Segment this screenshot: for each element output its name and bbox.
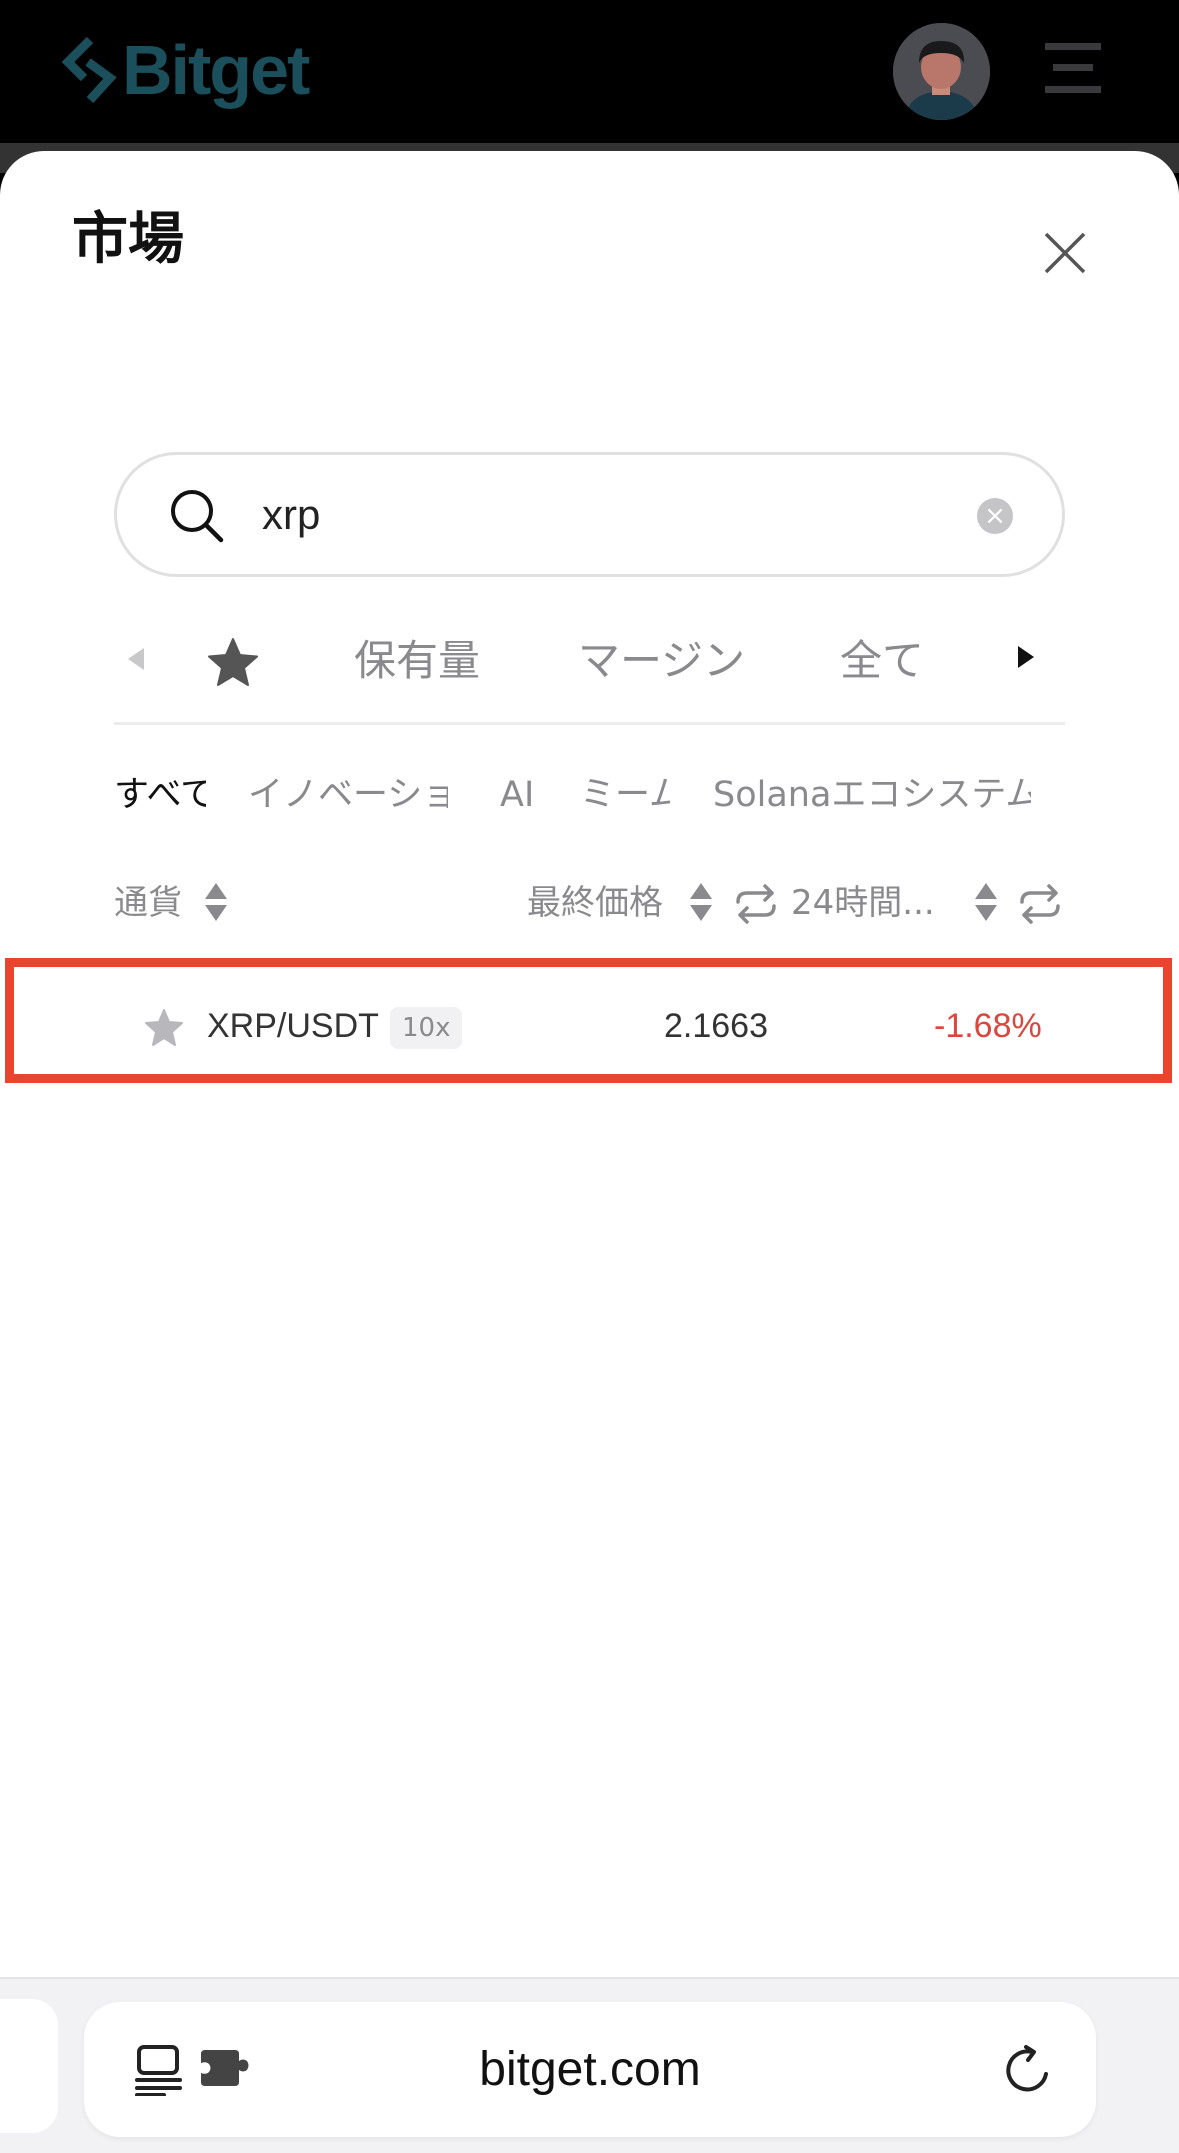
- sort-24h-change-icon[interactable]: [975, 883, 997, 923]
- tab-holdings[interactable]: 保有量: [354, 630, 480, 692]
- reader-mode-icon[interactable]: [134, 2044, 184, 2096]
- table-row[interactable]: XRP/USDT 10x 2.1663 -1.68%: [5, 958, 1172, 1083]
- tabs-scroll-right-icon[interactable]: [1018, 646, 1034, 668]
- user-avatar-icon: [893, 23, 990, 120]
- column-currency[interactable]: 通貨: [114, 875, 182, 931]
- search-box[interactable]: ×: [114, 452, 1065, 577]
- subtab-meme[interactable]: ミーム: [580, 770, 670, 820]
- tab-favorites-star-icon[interactable]: [206, 636, 260, 690]
- subtab-ai[interactable]: AI: [500, 770, 533, 820]
- search-input[interactable]: [262, 480, 922, 550]
- bitget-logo[interactable]: Bitget: [60, 30, 310, 110]
- page-title: 市場: [72, 207, 184, 272]
- table-header: 通貨 最終価格 24時間...: [0, 875, 1179, 931]
- subtab-innovation[interactable]: イノベーション: [248, 770, 448, 820]
- last-price: 2.1663: [664, 1007, 768, 1045]
- top-bar: Bitget: [0, 0, 1179, 143]
- avatar[interactable]: [893, 23, 990, 120]
- leverage-badge: 10x: [390, 1007, 463, 1049]
- previous-tab-card[interactable]: [0, 1999, 58, 2133]
- column-24h-change[interactable]: 24時間...: [791, 875, 935, 931]
- sort-currency-icon[interactable]: [205, 883, 227, 923]
- column-last-price[interactable]: 最終価格: [527, 875, 663, 931]
- tab-margin[interactable]: マージン: [578, 630, 745, 692]
- sort-last-price-icon[interactable]: [690, 883, 712, 923]
- extension-puzzle-icon[interactable]: [199, 2048, 251, 2088]
- change-24h: -1.68%: [934, 1007, 1042, 1045]
- reload-icon[interactable]: [1002, 2044, 1054, 2096]
- swap-price-icon[interactable]: [734, 884, 778, 924]
- address-bar[interactable]: bitget.com: [84, 2002, 1096, 2137]
- browser-toolbar: bitget.com: [0, 1977, 1179, 2153]
- bitget-logo-icon: [61, 36, 117, 104]
- tab-all[interactable]: 全て: [840, 630, 924, 692]
- tabs-scroll-left-icon[interactable]: [128, 648, 144, 670]
- hamburger-menu-icon[interactable]: [1045, 40, 1101, 96]
- close-icon[interactable]: [1040, 228, 1090, 278]
- clear-search-icon[interactable]: ×: [977, 498, 1013, 534]
- sub-category-tabs: すべて イノベーション AI ミーム Solanaエコシステム: [114, 770, 1065, 820]
- favorite-star-icon[interactable]: [144, 1008, 184, 1048]
- logo-text: Bitget: [122, 31, 310, 109]
- subtab-all[interactable]: すべて: [114, 770, 206, 820]
- pair-name: XRP/USDT: [207, 1007, 379, 1045]
- subtab-solana-ecosystem[interactable]: Solanaエコシステム: [713, 770, 1031, 820]
- category-tabs: 保有量 マージン 全て: [114, 620, 1065, 725]
- swap-change-icon[interactable]: [1018, 884, 1062, 924]
- search-icon: [171, 490, 224, 543]
